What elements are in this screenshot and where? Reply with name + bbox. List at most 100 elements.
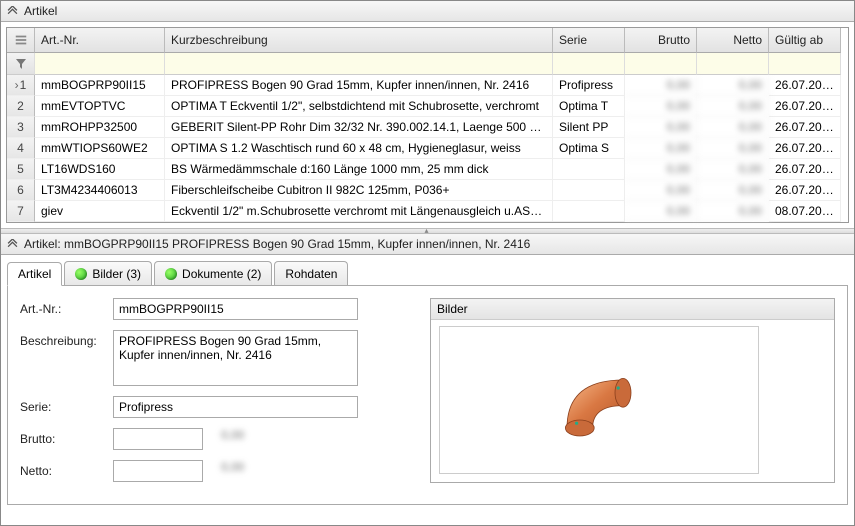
panel-title: Artikel [24,4,57,18]
detail-title: Artikel: mmBOGPRP90II15 PROFIPRESS Bogen… [24,237,530,251]
table-row[interactable]: 6LT3M4234406013Fiberschleifscheibe Cubit… [7,180,848,201]
panel-header-artikel: Artikel [1,1,854,22]
chevron-up-icon[interactable] [7,239,18,250]
col-serie[interactable]: Serie [553,28,625,53]
table-row[interactable]: 5LT16WDS160BS Wärmedämmschale d:160 Läng… [7,159,848,180]
filter-brutto[interactable] [625,53,697,75]
input-brutto[interactable] [113,428,203,450]
col-kurz[interactable]: Kurzbeschreibung [165,28,553,53]
col-netto[interactable]: Netto [697,28,769,53]
chevron-up-icon[interactable] [7,6,18,17]
panel-header-detail: Artikel: mmBOGPRP90II15 PROFIPRESS Bogen… [1,234,854,255]
cell-kurz: Eckventil 1/2" m.Schubrosette verchromt … [165,201,553,222]
cell-artnr: LT16WDS160 [35,159,165,180]
filter-kurz[interactable] [165,53,553,75]
cell-serie: Profipress [553,75,625,96]
cell-artnr: mmEVTOPTVC [35,96,165,117]
article-grid: Art.-Nr. Kurzbeschreibung Serie Brutto N… [6,27,849,223]
filter-serie[interactable] [553,53,625,75]
cell-brutto: 0,00 [625,96,697,117]
images-group-title: Bilder [431,299,834,320]
detail-tabs: Artikel Bilder (3) Dokumente (2) Rohdate… [7,261,848,285]
textarea-beschreibung[interactable] [113,330,358,386]
cell-kurz: GEBERIT Silent-PP Rohr Dim 32/32 Nr. 390… [165,117,553,138]
table-row[interactable]: 1mmBOGPRP90II15PROFIPRESS Bogen 90 Grad … [7,75,848,96]
label-artnr: Art.-Nr.: [20,298,105,316]
table-row[interactable]: 7gievEckventil 1/2" m.Schubrosette verch… [7,201,848,222]
cell-kurz: BS Wärmedämmschale d:160 Länge 1000 mm, … [165,159,553,180]
cell-brutto: 0,00 [625,159,697,180]
label-netto: Netto: [20,460,105,478]
cell-kurz: Fiberschleifscheibe Cubitron II 982C 125… [165,180,553,201]
cell-netto: 0,00 [697,180,769,201]
table-row[interactable]: 3mmROHPP32500GEBERIT Silent-PP Rohr Dim … [7,117,848,138]
detail-images: Bilder [430,298,835,492]
value-netto-display: 0,00 [221,460,244,474]
cell-gueltig: 26.07.2022 [769,117,841,138]
cell-artnr: giev [35,201,165,222]
product-image-icon [519,340,679,460]
cell-artnr: LT3M4234406013 [35,180,165,201]
cell-gueltig: 26.07.2022 [769,138,841,159]
tab-dokumente-label: Dokumente (2) [182,267,261,281]
tab-rohdaten-label: Rohdaten [285,267,337,281]
row-selector-header[interactable] [7,28,35,53]
filter-artnr[interactable] [35,53,165,75]
cell-brutto: 0,00 [625,180,697,201]
status-dot-icon [165,268,177,280]
cell-brutto: 0,00 [625,201,697,222]
cell-brutto: 0,00 [625,117,697,138]
cell-brutto: 0,00 [625,75,697,96]
cell-gueltig: 26.07.2022 [769,96,841,117]
tab-artikel[interactable]: Artikel [7,262,62,286]
row-number: 7 [7,201,35,222]
grid-filter-row [7,53,848,75]
cell-gueltig: 26.07.2022 [769,180,841,201]
image-preview[interactable] [439,326,759,474]
table-row[interactable]: 4mmWTIOPS60WE2OPTIMA S 1.2 Waschtisch ru… [7,138,848,159]
cell-netto: 0,00 [697,117,769,138]
tab-artikel-label: Artikel [18,267,51,281]
col-brutto[interactable]: Brutto [625,28,697,53]
cell-kurz: OPTIMA T Eckventil 1/2", selbstdichtend … [165,96,553,117]
input-netto[interactable] [113,460,203,482]
row-number: 4 [7,138,35,159]
tab-bilder-label: Bilder (3) [92,267,141,281]
tab-bilder[interactable]: Bilder (3) [64,261,152,285]
tab-dokumente[interactable]: Dokumente (2) [154,261,272,285]
row-number: 6 [7,180,35,201]
funnel-icon[interactable] [7,53,35,75]
cell-netto: 0,00 [697,96,769,117]
cell-kurz: PROFIPRESS Bogen 90 Grad 15mm, Kupfer in… [165,75,553,96]
filter-gueltig[interactable] [769,53,841,75]
cell-brutto: 0,00 [625,138,697,159]
cell-artnr: mmWTIOPS60WE2 [35,138,165,159]
table-row[interactable]: 2mmEVTOPTVCOPTIMA T Eckventil 1/2", selb… [7,96,848,117]
label-beschreibung: Beschreibung: [20,330,105,348]
cell-serie: Optima S [553,138,625,159]
cell-serie [553,159,625,180]
cell-gueltig: 08.07.2022 [769,201,841,222]
cell-kurz: OPTIMA S 1.2 Waschtisch rund 60 x 48 cm,… [165,138,553,159]
input-artnr[interactable] [113,298,358,320]
label-serie: Serie: [20,396,105,414]
status-dot-icon [75,268,87,280]
tab-rohdaten[interactable]: Rohdaten [274,261,348,285]
grid-header: Art.-Nr. Kurzbeschreibung Serie Brutto N… [7,28,848,53]
cell-artnr: mmBOGPRP90II15 [35,75,165,96]
tab-body-artikel: Art.-Nr.: Beschreibung: Serie: Brutto: 0… [7,285,848,505]
row-number: 1 [7,75,35,96]
value-brutto-display: 0,00 [221,428,244,442]
input-serie[interactable] [113,396,358,418]
col-gueltig[interactable]: Gültig ab [769,28,841,53]
label-brutto: Brutto: [20,428,105,446]
row-number: 5 [7,159,35,180]
col-artnr[interactable]: Art.-Nr. [35,28,165,53]
row-number: 2 [7,96,35,117]
cell-serie [553,180,625,201]
cell-serie: Silent PP [553,117,625,138]
detail-form: Art.-Nr.: Beschreibung: Serie: Brutto: 0… [20,298,400,492]
cell-serie [553,201,625,222]
cell-netto: 0,00 [697,138,769,159]
filter-netto[interactable] [697,53,769,75]
